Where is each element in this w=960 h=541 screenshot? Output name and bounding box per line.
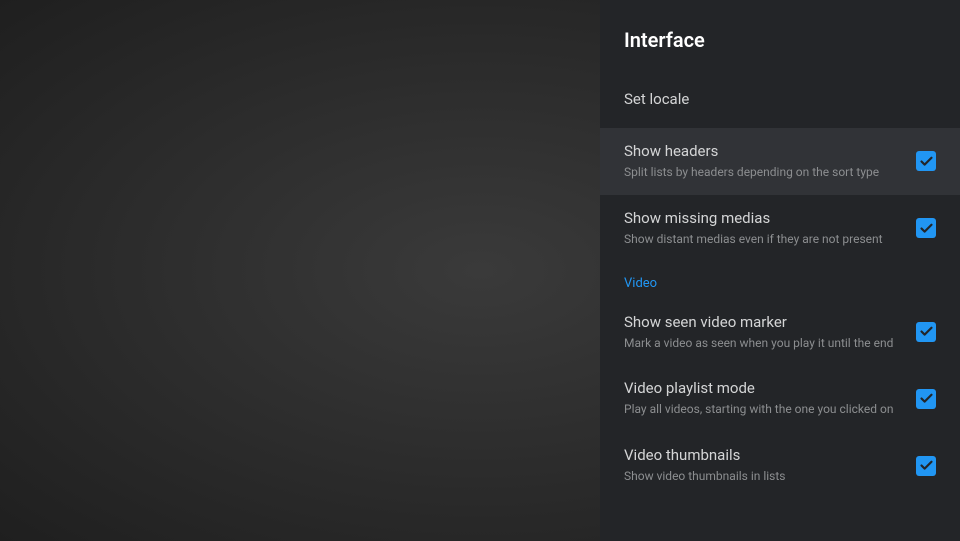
checkbox-playlist-mode[interactable]	[916, 389, 936, 409]
checkbox-thumbnails[interactable]	[916, 456, 936, 476]
checkmark-icon	[919, 221, 934, 236]
checkmark-icon	[919, 154, 934, 169]
setting-video-thumbnails[interactable]: Video thumbnails Show video thumbnails i…	[600, 432, 960, 499]
setting-subtitle: Play all videos, starting with the one y…	[624, 401, 936, 418]
setting-title: Show seen video marker	[624, 313, 936, 331]
setting-video-playlist-mode[interactable]: Video playlist mode Play all videos, sta…	[600, 365, 960, 432]
section-label: Video	[624, 276, 936, 291]
panel-title: Interface	[624, 28, 936, 52]
checkmark-icon	[919, 391, 934, 406]
setting-show-missing-medias[interactable]: Show missing medias Show distant medias …	[600, 195, 960, 262]
setting-title: Show missing medias	[624, 209, 936, 227]
setting-title: Show headers	[624, 142, 936, 160]
background-area	[0, 0, 600, 541]
panel-header: Interface	[600, 0, 960, 74]
setting-subtitle: Mark a video as seen when you play it un…	[624, 335, 936, 352]
setting-title: Set locale	[624, 90, 936, 108]
checkbox-show-headers[interactable]	[916, 151, 936, 171]
setting-subtitle: Show video thumbnails in lists	[624, 468, 936, 485]
checkbox-seen-marker[interactable]	[916, 322, 936, 342]
setting-subtitle: Show distant medias even if they are not…	[624, 231, 936, 248]
checkmark-icon	[919, 324, 934, 339]
checkbox-show-missing[interactable]	[916, 218, 936, 238]
setting-title: Video thumbnails	[624, 446, 936, 464]
setting-set-locale[interactable]: Set locale	[600, 74, 960, 128]
setting-seen-video-marker[interactable]: Show seen video marker Mark a video as s…	[600, 299, 960, 366]
setting-show-headers[interactable]: Show headers Split lists by headers depe…	[600, 128, 960, 195]
checkmark-icon	[919, 458, 934, 473]
section-header-video: Video	[600, 262, 960, 299]
setting-title: Video playlist mode	[624, 379, 936, 397]
settings-panel: Interface Set locale Show headers Split …	[600, 0, 960, 541]
setting-subtitle: Split lists by headers depending on the …	[624, 164, 936, 181]
